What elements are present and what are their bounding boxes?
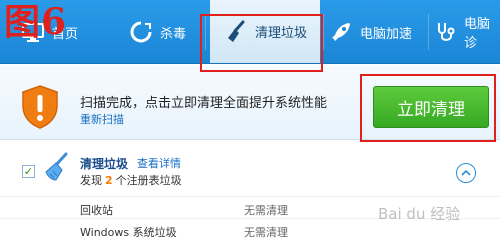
item-name: 回收站	[80, 204, 113, 217]
nav-diagnosis[interactable]: 电脑诊	[434, 0, 500, 63]
found-prefix: 发现	[80, 174, 102, 187]
category-checkbox[interactable]: ✓	[22, 165, 35, 178]
found-count: 2	[105, 174, 113, 187]
warning-shield-icon	[22, 85, 58, 129]
nav-antivirus[interactable]: 杀毒	[128, 0, 187, 63]
nav-divider	[428, 14, 429, 50]
nav-divider	[323, 14, 324, 50]
antivirus-icon	[128, 19, 154, 45]
nav-speed-up-label: 电脑加速	[360, 26, 413, 42]
found-summary: 发现 2 个注册表垃圾	[80, 172, 182, 188]
broom-icon	[45, 152, 68, 181]
nav-antivirus-label: 杀毒	[160, 26, 187, 42]
item-status: 无需清理	[244, 204, 288, 217]
rocket-icon	[328, 19, 354, 45]
chevron-up-icon[interactable]	[456, 163, 476, 183]
item-status: 无需清理	[244, 226, 288, 239]
figure-label: 图6	[4, 1, 68, 43]
item-name: Windows 系统垃圾	[80, 226, 177, 239]
watermark: Bai du 经验	[378, 205, 461, 223]
category-title[interactable]: 清理垃圾	[80, 155, 128, 172]
junk-category-row	[0, 141, 500, 189]
annotation-box-clean-button	[360, 74, 496, 142]
rescan-link[interactable]: 重新扫描	[80, 111, 124, 127]
nav-diagnosis-label: 电脑诊	[464, 17, 491, 51]
stethoscope-icon	[434, 19, 458, 45]
found-suffix: 个注册表垃圾	[115, 174, 182, 187]
scan-status-text: 扫描完成，点击立即清理全面提升系统性能	[80, 96, 328, 111]
nav-speed-up[interactable]: 电脑加速	[328, 0, 413, 63]
view-details-link[interactable]: 查看详情	[137, 155, 181, 171]
annotation-box-clean-tab	[200, 14, 323, 72]
